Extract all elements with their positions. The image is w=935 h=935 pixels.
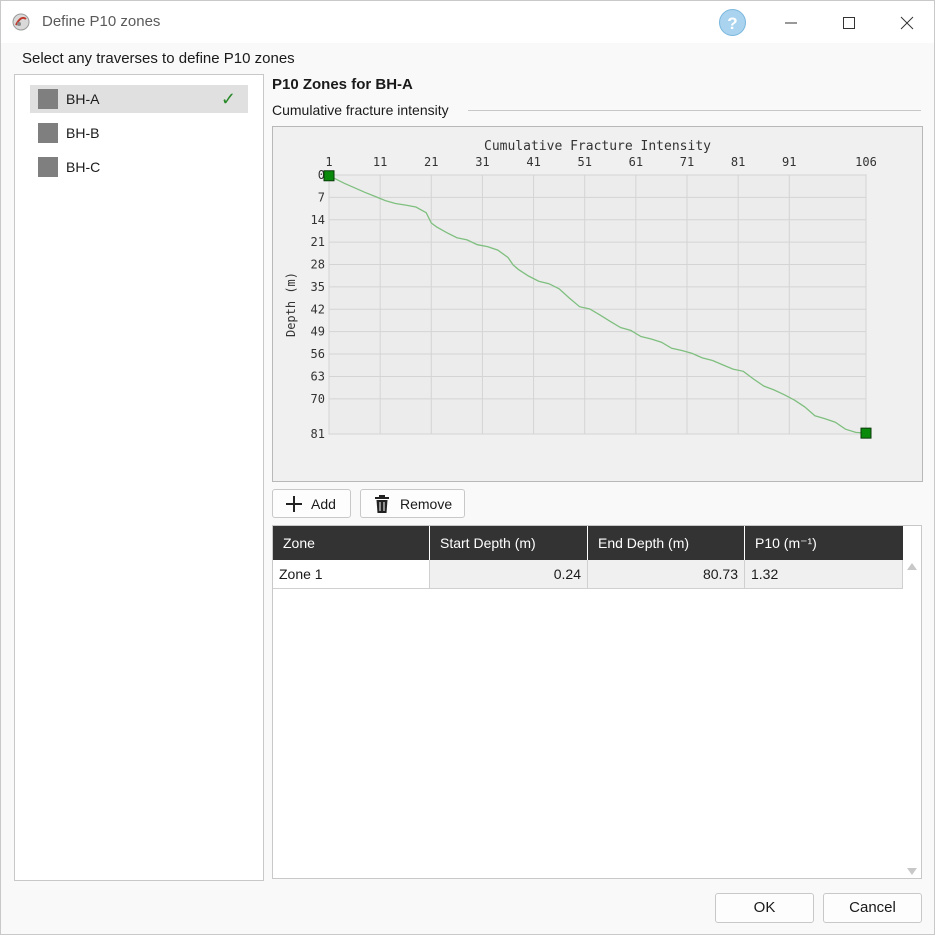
- y-tick-label: 49: [311, 325, 325, 339]
- app-logo-icon: [12, 13, 30, 31]
- start-depth-cell[interactable]: 0.24: [430, 560, 588, 589]
- instruction-text: Select any traverses to define P10 zones: [22, 50, 295, 67]
- table-header: Zone Start Depth (m) End Depth (m) P10 (…: [273, 526, 903, 560]
- scroll-up-icon[interactable]: [907, 563, 917, 570]
- chart-panel: Cumulative Fracture Intensity 1 11 21 31 41 51…: [272, 126, 923, 482]
- scroll-down-icon[interactable]: [907, 868, 917, 875]
- traverse-item-bh-b[interactable]: BH-B: [30, 119, 248, 147]
- y-tick-label: 70: [311, 392, 325, 406]
- traverse-label: BH-C: [66, 159, 101, 175]
- column-header-start-depth[interactable]: Start Depth (m): [430, 526, 588, 560]
- add-label: Add: [311, 495, 336, 512]
- window-title: Define P10 zones: [42, 13, 161, 30]
- checkmark-icon: ✓: [220, 88, 236, 109]
- maximize-icon: [843, 17, 855, 29]
- title-bar: Define P10 zones ?: [1, 1, 934, 43]
- y-tick-label: 35: [311, 280, 325, 294]
- traverse-label: BH-B: [66, 125, 100, 141]
- y-tick-label: 63: [311, 369, 325, 383]
- y-tick-label: 14: [311, 213, 325, 227]
- traverse-color-swatch: [38, 89, 58, 109]
- divider: [468, 110, 921, 111]
- table-scrollbar[interactable]: [903, 560, 921, 878]
- p10-cell[interactable]: 1.32: [745, 560, 903, 589]
- x-tick-label: 71: [680, 155, 694, 169]
- dialog-window: Define P10 zones ? Select any traverses …: [0, 0, 935, 935]
- x-tick-label: 1: [325, 155, 332, 169]
- cumulative-intensity-chart: Cumulative Fracture Intensity1 11 21 31 41 51…: [284, 139, 877, 441]
- chart-title: Cumulative Fracture Intensity: [484, 139, 711, 154]
- y-tick-label: 7: [318, 190, 325, 204]
- x-tick-label: 91: [782, 155, 796, 169]
- y-tick-label: 81: [311, 427, 325, 441]
- zone-end-handle: [860, 427, 872, 439]
- x-tick-label: 21: [424, 155, 438, 169]
- column-header-p10[interactable]: P10 (m⁻¹): [745, 526, 903, 560]
- x-tick-label: 41: [526, 155, 540, 169]
- zones-table: Zone Start Depth (m) End Depth (m) P10 (…: [272, 525, 922, 879]
- end-depth-cell[interactable]: 80.73: [588, 560, 745, 589]
- traverse-item-bh-a[interactable]: BH-A ✓: [30, 85, 248, 113]
- maximize-button[interactable]: [837, 11, 861, 35]
- help-button[interactable]: ?: [719, 9, 746, 36]
- cancel-button[interactable]: Cancel: [823, 893, 922, 923]
- column-header-end-depth[interactable]: End Depth (m): [588, 526, 745, 560]
- traverse-list: BH-A ✓ BH-B BH-C: [14, 74, 264, 881]
- y-axis-label: Depth (m): [284, 272, 298, 337]
- add-zone-button[interactable]: Add: [272, 489, 351, 518]
- column-header-zone[interactable]: Zone: [273, 526, 430, 560]
- zone-start-handle: [323, 170, 335, 182]
- close-button[interactable]: [895, 11, 919, 35]
- zone-cell[interactable]: Zone 1: [273, 560, 430, 589]
- table-row[interactable]: Zone 1 0.24 80.73 1.32: [273, 560, 903, 589]
- x-tick-label: 11: [373, 155, 387, 169]
- y-tick-label: 56: [311, 347, 325, 361]
- close-icon: [900, 16, 914, 30]
- trash-icon: [375, 494, 389, 513]
- x-tick-label: 51: [577, 155, 591, 169]
- chart-subheading: Cumulative fracture intensity: [272, 102, 449, 118]
- remove-zone-button[interactable]: Remove: [360, 489, 465, 518]
- minimize-button[interactable]: [779, 11, 803, 35]
- x-tick-label: 31: [475, 155, 489, 169]
- y-tick-label: 28: [311, 258, 325, 272]
- remove-label: Remove: [400, 495, 453, 512]
- ok-button[interactable]: OK: [715, 893, 814, 923]
- traverse-item-bh-c[interactable]: BH-C: [30, 153, 248, 181]
- minimize-icon: [785, 22, 797, 24]
- traverse-color-swatch: [38, 157, 58, 177]
- plus-icon: [286, 495, 302, 512]
- traverse-label: BH-A: [66, 91, 100, 107]
- x-tick-label: 61: [629, 155, 643, 169]
- x-tick-label: 81: [731, 155, 745, 169]
- y-tick-label: 42: [311, 302, 325, 316]
- x-tick-label: 106: [855, 155, 877, 169]
- traverse-color-swatch: [38, 123, 58, 143]
- section-title: P10 Zones for BH-A: [272, 76, 413, 93]
- y-tick-label: 21: [311, 235, 325, 249]
